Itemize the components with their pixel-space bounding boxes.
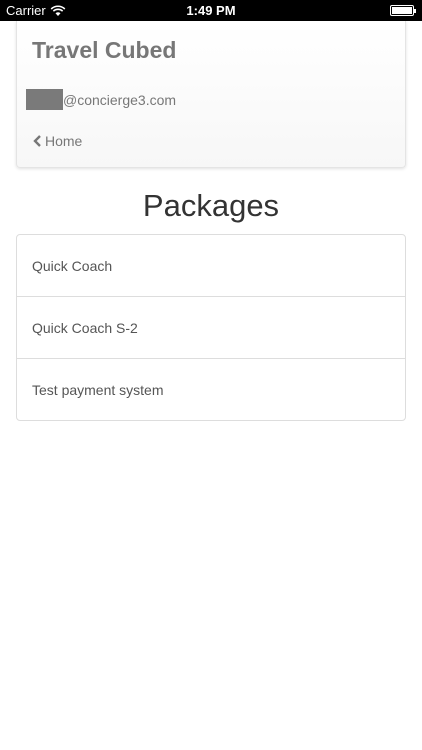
email-domain: @concierge3.com bbox=[63, 91, 177, 108]
package-list: Quick Coach Quick Coach S-2 Test payment… bbox=[16, 234, 406, 421]
home-link[interactable]: Home bbox=[33, 133, 82, 149]
page-title: Packages bbox=[142, 188, 280, 223]
email-redaction bbox=[26, 89, 63, 110]
header-card: Travel Cubed @concierge3.com Home bbox=[16, 21, 406, 168]
battery-icon bbox=[390, 5, 416, 16]
status-bar: Carrier 1:49 PM bbox=[0, 0, 422, 21]
home-label: Home bbox=[45, 133, 83, 149]
package-item-quick-coach[interactable]: Quick Coach bbox=[17, 235, 405, 296]
package-item-quick-coach-s2[interactable]: Quick Coach S-2 bbox=[17, 296, 405, 358]
user-email: @concierge3.com bbox=[26, 89, 176, 110]
app-title: Travel Cubed bbox=[32, 37, 177, 63]
chevron-left-icon bbox=[33, 135, 41, 147]
package-item-test-payment[interactable]: Test payment system bbox=[17, 358, 405, 420]
status-time: 1:49 PM bbox=[186, 3, 236, 18]
